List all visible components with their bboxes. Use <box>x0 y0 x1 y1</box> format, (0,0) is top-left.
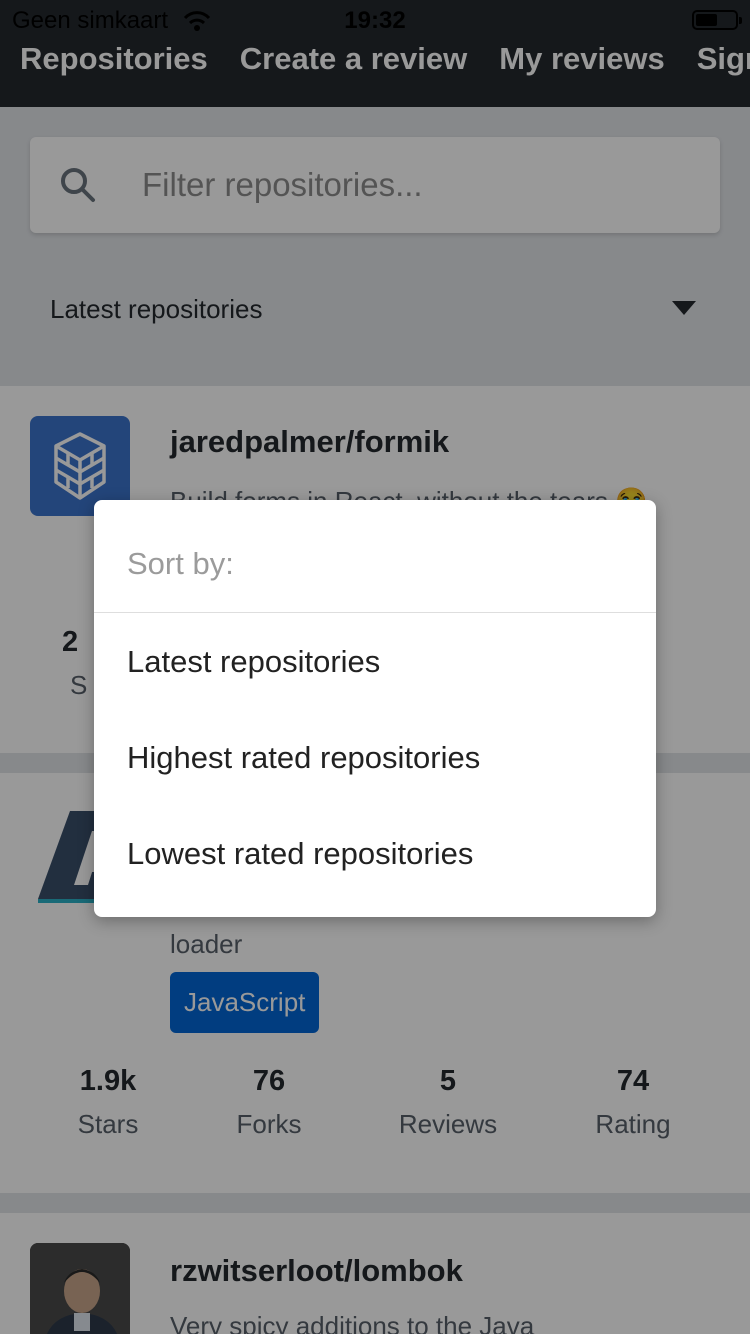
sort-option-lowest-rated[interactable]: Lowest rated repositories <box>127 836 473 872</box>
modal-title: Sort by: <box>127 546 234 581</box>
app: Geen simkaart 19:32 Repositories Create … <box>0 0 750 1334</box>
modal-divider <box>94 612 656 613</box>
sort-modal: Sort by: Latest repositories Highest rat… <box>94 500 656 917</box>
sort-option-latest[interactable]: Latest repositories <box>127 644 380 680</box>
sort-option-highest-rated[interactable]: Highest rated repositories <box>127 740 480 776</box>
